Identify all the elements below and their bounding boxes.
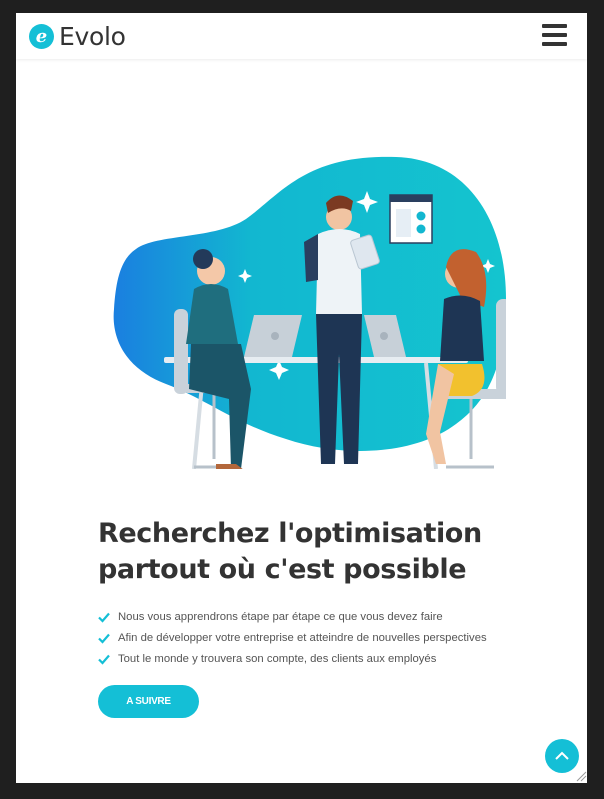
feature-list: Nous vous apprendrons étape par étape ce… <box>98 606 487 669</box>
a-suivre-button[interactable]: A SUIVRE <box>98 685 199 718</box>
logo-mark: e <box>29 24 54 49</box>
check-icon <box>98 654 110 665</box>
hero-headline: Recherchez l'optimisation partout où c'e… <box>98 516 498 588</box>
browser-viewport: e Evolo Recherchez l'optimisation partou… <box>16 13 587 783</box>
feature-text: Tout le monde y trouvera son compte, des… <box>118 652 437 665</box>
resize-grip-icon[interactable] <box>576 771 587 782</box>
navbar: e Evolo <box>16 13 587 59</box>
check-icon <box>98 633 110 644</box>
headline-line-1: Recherchez l'optimisation <box>98 518 482 549</box>
feature-item: Nous vous apprendrons étape par étape ce… <box>98 606 487 627</box>
feature-text: Afin de développer votre entreprise et a… <box>118 631 487 644</box>
feature-item: Tout le monde y trouvera son compte, des… <box>98 648 487 669</box>
headline-line-2: partout où c'est possible <box>98 554 467 585</box>
back-to-top-button[interactable] <box>545 739 579 773</box>
check-icon <box>98 612 110 623</box>
feature-item: Afin de développer votre entreprise et a… <box>98 627 487 648</box>
team-illustration <box>113 156 506 469</box>
checklist-card-icon <box>389 194 433 244</box>
hamburger-menu-icon[interactable] <box>542 24 567 47</box>
brand-name: Evolo <box>59 22 126 51</box>
brand-logo[interactable]: e Evolo <box>29 22 126 51</box>
chevron-up-icon <box>555 751 569 760</box>
feature-text: Nous vous apprendrons étape par étape ce… <box>118 610 443 623</box>
